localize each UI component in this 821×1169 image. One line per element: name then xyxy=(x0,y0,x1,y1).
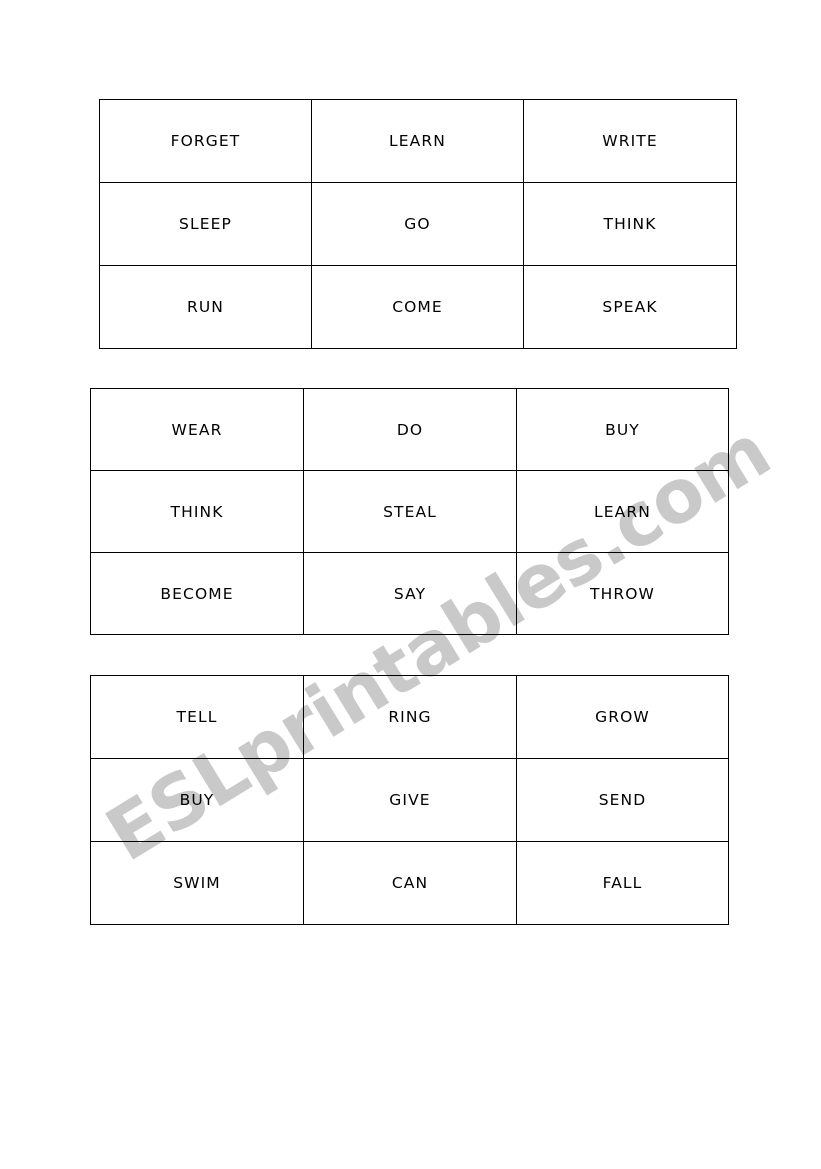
verb-card[interactable]: SPEAK xyxy=(523,265,737,349)
verb-card[interactable]: THINK xyxy=(90,470,304,553)
verb-card[interactable]: BUY xyxy=(90,758,304,842)
verb-card[interactable]: STEAL xyxy=(303,470,517,553)
table-row: RUN COME SPEAK xyxy=(99,265,737,349)
verb-card[interactable]: LEARN xyxy=(311,99,524,183)
verb-card[interactable]: CAN xyxy=(303,841,517,925)
verb-card-grid-3: TELL RING GROW BUY GIVE SEND SWIM CAN FA… xyxy=(90,675,729,925)
table-row: BUY GIVE SEND xyxy=(90,758,729,842)
verb-card[interactable]: DO xyxy=(303,388,517,471)
verb-card[interactable]: THROW xyxy=(516,552,729,635)
verb-card[interactable]: GO xyxy=(311,182,524,266)
verb-card[interactable]: THINK xyxy=(523,182,737,266)
verb-card[interactable]: FORGET xyxy=(99,99,312,183)
verb-card[interactable]: SWIM xyxy=(90,841,304,925)
verb-card[interactable]: BUY xyxy=(516,388,729,471)
table-row: SWIM CAN FALL xyxy=(90,841,729,925)
verb-card[interactable]: SEND xyxy=(516,758,729,842)
verb-card[interactable]: RUN xyxy=(99,265,312,349)
table-row: FORGET LEARN WRITE xyxy=(99,99,737,183)
verb-card[interactable]: LEARN xyxy=(516,470,729,553)
verb-card[interactable]: RING xyxy=(303,675,517,759)
table-row: SLEEP GO THINK xyxy=(99,182,737,266)
table-row: BECOME SAY THROW xyxy=(90,552,729,635)
verb-card-grid-2: WEAR DO BUY THINK STEAL LEARN BECOME SAY… xyxy=(90,388,729,635)
table-row: THINK STEAL LEARN xyxy=(90,470,729,553)
verb-card-grid-1: FORGET LEARN WRITE SLEEP GO THINK RUN CO… xyxy=(99,99,737,349)
verb-card[interactable]: TELL xyxy=(90,675,304,759)
verb-card[interactable]: COME xyxy=(311,265,524,349)
verb-card[interactable]: BECOME xyxy=(90,552,304,635)
verb-card[interactable]: SLEEP xyxy=(99,182,312,266)
verb-card[interactable]: WEAR xyxy=(90,388,304,471)
table-row: WEAR DO BUY xyxy=(90,388,729,471)
verb-card[interactable]: FALL xyxy=(516,841,729,925)
worksheet-page: ESLprintables.com FORGET LEARN WRITE SLE… xyxy=(0,0,821,1169)
verb-card[interactable]: GROW xyxy=(516,675,729,759)
verb-card[interactable]: WRITE xyxy=(523,99,737,183)
verb-card[interactable]: SAY xyxy=(303,552,517,635)
verb-card[interactable]: GIVE xyxy=(303,758,517,842)
table-row: TELL RING GROW xyxy=(90,675,729,759)
